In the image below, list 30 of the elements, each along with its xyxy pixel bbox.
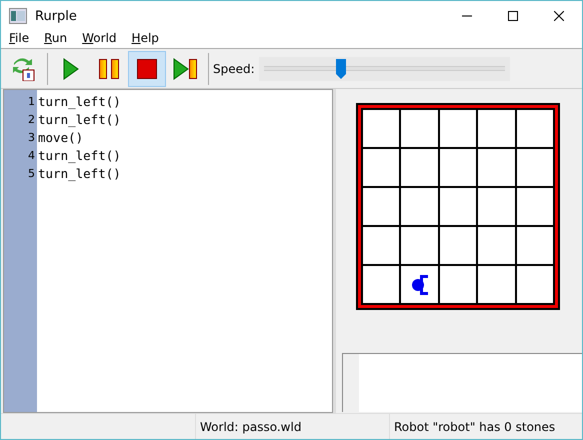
step-icon	[173, 58, 197, 80]
stop-icon	[137, 58, 157, 78]
line-number: 4	[28, 149, 35, 162]
line-number: 3	[28, 131, 35, 144]
code-line: turn_left()	[38, 148, 121, 163]
code-line: turn_left()	[38, 166, 121, 181]
code-line: turn_left()	[38, 112, 121, 127]
close-icon[interactable]	[554, 11, 564, 21]
robot-icon	[410, 274, 429, 296]
reload-icon	[12, 56, 36, 80]
stop-button[interactable]	[128, 50, 166, 86]
play-icon	[63, 58, 79, 80]
status-text: World: passo.wld	[200, 420, 302, 434]
menu-item[interactable]: Help	[126, 31, 164, 48]
code-line: turn_left()	[38, 94, 121, 109]
line-number: 5	[28, 167, 35, 180]
line-number: 2	[28, 113, 35, 126]
status-text: Robot "robot" has 0 stones	[394, 420, 556, 434]
slider-thumb[interactable]	[336, 58, 346, 78]
line-number: 1	[28, 95, 35, 108]
code-line: move()	[38, 130, 84, 145]
menu-item[interactable]: File	[4, 31, 34, 48]
menu-item[interactable]: World	[77, 31, 122, 48]
pause-icon	[99, 58, 119, 78]
window-title: Rurple	[35, 8, 77, 24]
code-editor[interactable]: 1 2 3 4 5 turn_left() turn_left() move() turn_left() turn_left()	[3, 89, 333, 413]
speed-label: Speed:	[213, 62, 255, 76]
maximize-icon[interactable]	[508, 11, 518, 21]
app-icon	[9, 8, 27, 24]
menu-item[interactable]: Run	[39, 31, 72, 48]
